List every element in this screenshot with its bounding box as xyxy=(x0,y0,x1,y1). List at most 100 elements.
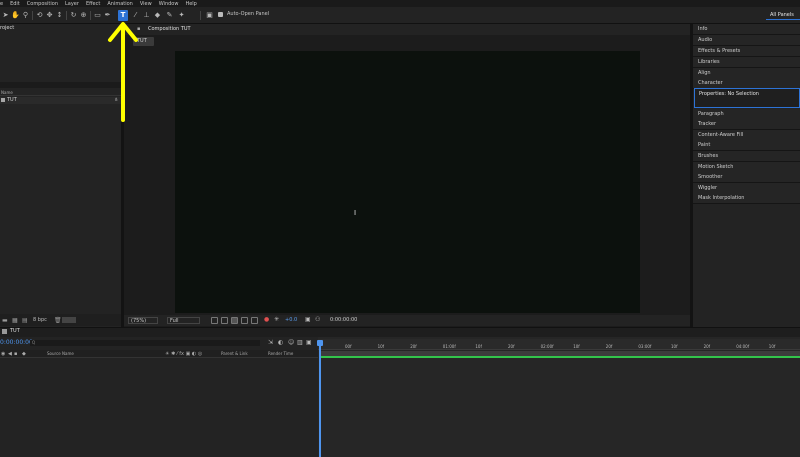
ruler-tick-label: 00f xyxy=(345,344,352,349)
puppet-tool-icon[interactable]: ✦ xyxy=(177,11,186,20)
dolly-tool-icon[interactable]: ↕ xyxy=(55,11,64,20)
annotation-arrow-icon xyxy=(108,22,138,122)
ruler-tick-label: 10f xyxy=(573,344,580,349)
snapshot-icon[interactable]: ▣ xyxy=(305,316,311,323)
menu-bar: e Edit Composition Layer Effect Animatio… xyxy=(0,0,800,7)
shy-icon[interactable]: ☺ xyxy=(288,339,294,346)
panel-brushes[interactable]: Brushes xyxy=(693,151,800,162)
selection-tool-icon[interactable]: ➤ xyxy=(1,11,10,20)
panel-mask-interpolation[interactable]: Mask Interpolation xyxy=(693,193,800,204)
timeline-tabbar xyxy=(0,327,800,337)
panel-libraries[interactable]: Libraries xyxy=(693,57,800,68)
magnification-select[interactable]: (75%) xyxy=(128,317,158,324)
comp-mini-flowchart-icon[interactable]: ⇲ xyxy=(268,339,273,346)
project-footer: ▬ ▦ ▤ 🗑 xyxy=(0,314,121,326)
menu-effect[interactable]: Effect xyxy=(86,1,100,7)
menu-layer[interactable]: Layer xyxy=(65,1,79,7)
close-icon[interactable] xyxy=(2,329,7,334)
show-channel-icon[interactable] xyxy=(251,317,258,324)
menu-edit[interactable]: Edit xyxy=(10,1,20,7)
switches-icons[interactable]: ☀ ✱ ⁄ fx ▣ ◐ ◎ xyxy=(165,351,202,357)
hand-tool-icon[interactable]: ✋ xyxy=(11,11,20,20)
project-name-column[interactable]: Name xyxy=(1,90,13,95)
project-tab[interactable]: roject xyxy=(0,25,14,31)
new-comp-icon[interactable]: ▦ xyxy=(12,317,18,324)
panel-info[interactable]: Info xyxy=(693,24,800,35)
grid-guides-icon[interactable] xyxy=(241,317,248,324)
menu-composition[interactable]: Composition xyxy=(27,1,58,7)
zoom-tool-icon[interactable]: ⚲ xyxy=(21,11,30,20)
rotate-tool-icon[interactable]: ↻ xyxy=(69,11,78,20)
timeline-tab[interactable]: TUT xyxy=(10,328,20,334)
auto-open-label: Auto-Open Panel xyxy=(227,11,270,17)
menu-file[interactable]: e xyxy=(0,1,3,7)
color-management-icon[interactable]: ● xyxy=(264,316,269,323)
clone-stamp-tool-icon[interactable]: ⊥ xyxy=(142,11,151,20)
source-name-column[interactable]: Source Name xyxy=(47,351,74,356)
ruler-tick-label: 10f xyxy=(475,344,482,349)
project-item-label: TUT xyxy=(7,97,17,103)
region-of-interest-icon[interactable] xyxy=(211,317,218,324)
panel-properties[interactable]: Properties: No Selection xyxy=(694,88,800,108)
ruler-tick-label: 10f xyxy=(377,344,385,349)
panel-smoother[interactable]: Smoother xyxy=(693,172,800,183)
show-snapshot-icon[interactable]: ⚇ xyxy=(315,316,320,323)
snapping-icon[interactable]: ▣ xyxy=(205,11,214,20)
bit-depth-button[interactable]: 8 bpc xyxy=(33,317,47,323)
parent-link-column[interactable]: Parent & Link xyxy=(221,351,248,356)
audio-icon[interactable]: ◀ xyxy=(8,351,12,357)
project-search-input[interactable] xyxy=(0,82,121,88)
ruler-tick-label: 01:00f xyxy=(442,344,456,349)
panel-effects-presets[interactable]: Effects & Presets xyxy=(693,46,800,57)
playhead-line[interactable] xyxy=(319,341,321,457)
exposure-value[interactable]: +0.0 xyxy=(285,317,297,323)
ruler-tick-label: 20f xyxy=(703,344,711,349)
panel-paint[interactable]: Paint xyxy=(693,140,800,151)
panel-tracker[interactable]: Tracker xyxy=(693,119,800,130)
ruler-tick-label: 02:00f xyxy=(540,344,554,349)
eye-icon[interactable]: ◉ xyxy=(1,351,5,357)
composition-footer xyxy=(124,315,690,326)
composition-tab[interactable]: Composition TUT xyxy=(148,26,191,32)
render-time-column[interactable]: Render Time xyxy=(268,351,293,356)
composition-timecode[interactable]: 0:00:00:00 xyxy=(330,317,357,324)
rectangle-tool-icon[interactable]: ▭ xyxy=(93,11,102,20)
label-icon[interactable]: ◆ xyxy=(22,351,26,357)
ruler-tick-label: 10f xyxy=(768,344,776,349)
transparency-grid-icon[interactable] xyxy=(221,317,228,324)
eraser-tool-icon[interactable]: ◆ xyxy=(153,11,162,20)
frame-blending-icon[interactable]: ▥ xyxy=(297,339,303,346)
composition-tabbar xyxy=(124,24,690,35)
lock-column-icon[interactable]: ▪ xyxy=(14,351,17,357)
panel-audio[interactable]: Audio xyxy=(693,35,800,46)
menu-help[interactable]: Help xyxy=(185,1,196,7)
time-ruler[interactable] xyxy=(318,339,800,350)
new-folder-icon[interactable]: ▬ xyxy=(2,317,8,324)
anchor-point-tool-icon[interactable]: ⊕ xyxy=(79,11,88,20)
composition-icon xyxy=(1,98,5,102)
mask-visibility-icon[interactable] xyxy=(231,317,238,324)
project-panel xyxy=(0,24,121,327)
layer-duration-bar xyxy=(320,356,800,358)
roto-brush-tool-icon[interactable]: ✎ xyxy=(165,11,174,20)
trash-icon[interactable]: 🗑 xyxy=(54,317,62,324)
settings-icon[interactable]: ▤ xyxy=(22,317,28,324)
menu-view[interactable]: View xyxy=(140,1,152,7)
workspace-all-panels[interactable]: All Panels xyxy=(766,10,800,20)
timeline-current-time[interactable]: 0:00:00:00 xyxy=(0,339,33,346)
pan-behind-tool-icon[interactable]: ✥ xyxy=(45,11,54,20)
ruler-tick-label: 20f xyxy=(605,344,613,349)
timeline-search-input[interactable]: Q xyxy=(30,340,260,346)
menu-window[interactable]: Window xyxy=(159,1,179,7)
menu-animation[interactable]: Animation xyxy=(107,1,133,7)
ruler-tick-label: 20f xyxy=(410,344,417,349)
orbit-tool-icon[interactable]: ⟲ xyxy=(35,11,44,20)
resolution-select[interactable]: Full xyxy=(167,317,200,324)
draft-3d-icon[interactable]: ◐ xyxy=(278,339,283,346)
project-item-row[interactable] xyxy=(0,97,121,104)
composition-viewer[interactable] xyxy=(175,51,640,313)
reset-exposure-icon[interactable]: ✳ xyxy=(274,316,279,323)
auto-open-checkbox[interactable] xyxy=(218,12,223,17)
graph-editor-icon[interactable]: ▣ xyxy=(306,339,312,346)
playhead-handle[interactable] xyxy=(317,340,323,346)
